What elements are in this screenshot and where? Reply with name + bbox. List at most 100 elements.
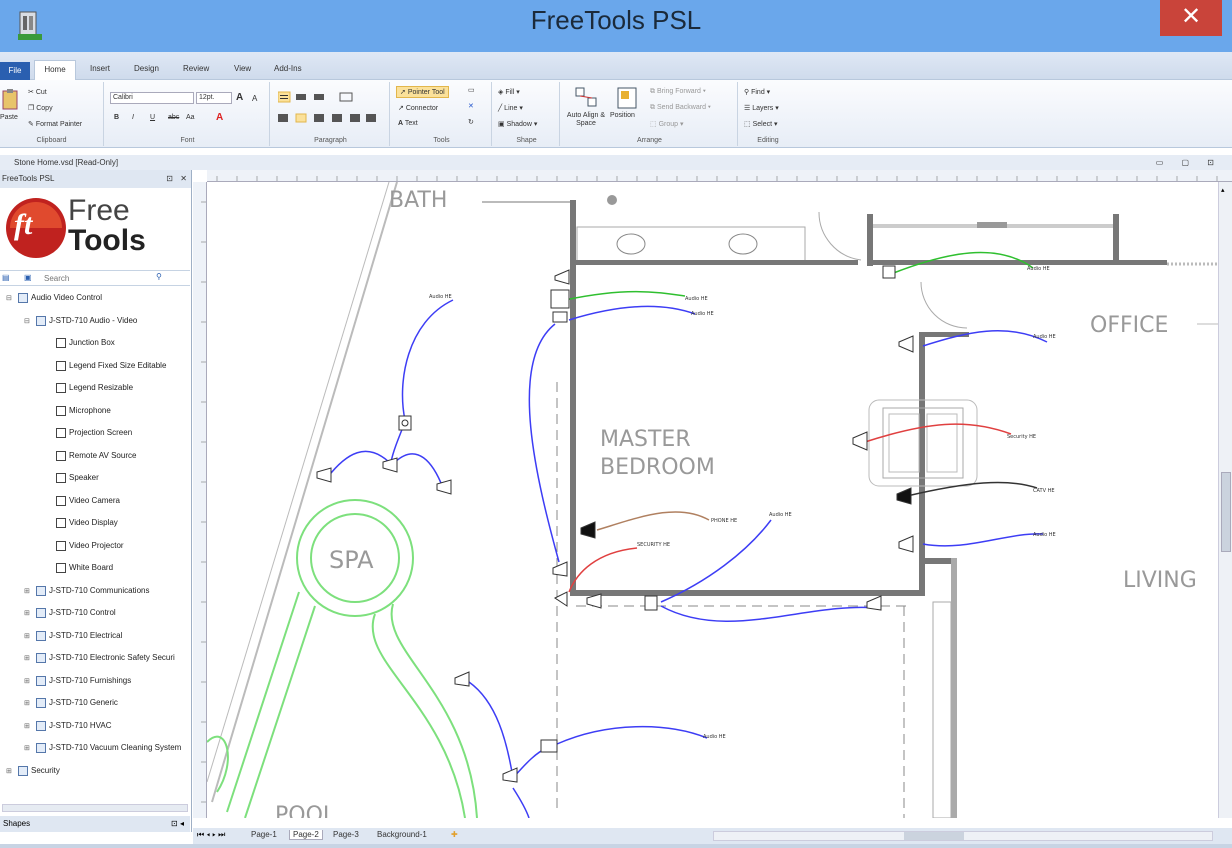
grow-font-button[interactable]: A — [236, 92, 243, 103]
video-camera-device[interactable] — [540, 739, 558, 753]
bold-button[interactable]: B — [114, 114, 119, 121]
footer-controls-icon[interactable]: ⊡ ◂ — [171, 816, 184, 832]
tree-node-vacuum[interactable]: J-STD-710 Vacuum Cleaning System — [36, 742, 181, 754]
speaker-device[interactable] — [852, 431, 868, 451]
insert-page-icon[interactable]: ✚ — [451, 830, 458, 839]
tree-node-electrical[interactable]: J-STD-710 Electrical — [36, 630, 122, 642]
document-window-controls[interactable]: ▭ ▢ ⊡ — [1156, 155, 1222, 170]
expand-icon[interactable]: ⊞ — [24, 609, 30, 617]
shape-speaker[interactable]: Speaker — [56, 472, 99, 484]
page-tab-3[interactable]: Page-3 — [333, 830, 359, 839]
floor-plan[interactable]: BATH OFFICE MASTER BEDROOM LIVING SPA PO… — [207, 182, 1218, 818]
expand-icon[interactable]: ⊞ — [24, 677, 30, 685]
text-tool-button[interactable]: A Text — [398, 120, 418, 127]
expand-icon[interactable]: ⊞ — [24, 632, 30, 640]
collapse-icon[interactable]: ⊟ — [6, 294, 12, 302]
expand-icon[interactable]: ⊞ — [24, 699, 30, 707]
auto-align-button[interactable]: Auto Align & Space — [564, 112, 608, 128]
speaker-device[interactable] — [382, 457, 398, 473]
stencil-icon[interactable]: ▤ — [2, 273, 10, 282]
layers-button[interactable]: ☰ Layers ▾ — [744, 104, 779, 112]
speaker-device[interactable] — [586, 593, 602, 609]
tree-node-control[interactable]: J-STD-710 Control — [36, 607, 116, 619]
paste-button[interactable]: Paste — [0, 114, 18, 121]
speaker-device[interactable] — [866, 595, 882, 611]
font-size-select[interactable]: 12pt. — [196, 92, 232, 104]
speaker-device[interactable] — [554, 269, 570, 285]
speaker-device[interactable] — [436, 479, 452, 495]
tree-node-generic[interactable]: J-STD-710 Generic — [36, 697, 118, 709]
page-tab-1[interactable]: Page-1 — [251, 830, 277, 839]
junction-box-device[interactable] — [644, 595, 658, 611]
speaker-device[interactable] — [502, 767, 518, 783]
search-icon[interactable]: ⚲ — [156, 272, 162, 281]
hscroll-thumb[interactable] — [904, 832, 964, 840]
page-tab-2[interactable]: Page-2 — [289, 830, 323, 840]
group-button[interactable]: ⬚ Group ▾ — [650, 120, 684, 128]
close-shape-icon[interactable]: ✕ — [468, 102, 474, 110]
tab-view[interactable]: View — [234, 64, 251, 73]
speaker-device[interactable] — [898, 535, 914, 553]
close-button[interactable]: ✕ — [1160, 0, 1222, 36]
shape-video-display[interactable]: Video Display — [56, 517, 118, 529]
page-tab-background[interactable]: Background-1 — [377, 830, 427, 839]
scroll-thumb[interactable] — [1221, 472, 1231, 552]
cut-button[interactable]: ✂ Cut — [28, 88, 47, 96]
position-button[interactable]: Position — [610, 112, 635, 119]
shape-white-board[interactable]: White Board — [56, 562, 113, 574]
speaker-device[interactable] — [316, 467, 332, 483]
device[interactable] — [882, 265, 896, 279]
tab-add-ins[interactable]: Add-Ins — [274, 64, 302, 73]
pointer-tool-button[interactable]: ➚ Pointer Tool — [396, 86, 449, 98]
search-input[interactable] — [44, 272, 154, 285]
fill-button[interactable]: ◈ Fill ▾ — [498, 88, 520, 96]
line-button[interactable]: ╱ Line ▾ — [498, 104, 523, 112]
connector-button[interactable]: ↗ Connector — [398, 104, 438, 112]
floor-plan-canvas[interactable]: BATH OFFICE MASTER BEDROOM LIVING SPA PO… — [207, 182, 1218, 818]
speaker-device[interactable] — [552, 561, 568, 577]
tab-insert[interactable]: Insert — [90, 64, 110, 73]
format-painter-button[interactable]: ✎ Format Painter — [28, 120, 82, 128]
tree-node-furnishings[interactable]: J-STD-710 Furnishings — [36, 675, 131, 687]
shape-video-projector[interactable]: Video Projector — [56, 540, 124, 552]
bring-forward-button[interactable]: ⧉ Bring Forward ▾ — [650, 88, 706, 96]
shape-video-camera[interactable]: Video Camera — [56, 495, 120, 507]
device[interactable] — [552, 311, 568, 323]
page-navigation-icons[interactable]: ⏮ ◂ ▸ ⏭ — [197, 830, 225, 840]
collapse-icon[interactable]: ⊟ — [24, 317, 30, 325]
rectangle-icon[interactable]: ▭ — [468, 86, 475, 94]
speaker-device[interactable] — [898, 335, 914, 353]
shrink-font-button[interactable]: A — [252, 94, 257, 103]
copy-button[interactable]: ❐ Copy — [28, 104, 53, 112]
change-case-button[interactable]: Aa — [186, 114, 195, 121]
shadow-button[interactable]: ▣ Shadow ▾ — [498, 120, 537, 128]
vertical-scrollbar[interactable]: ▴ — [1218, 182, 1232, 818]
junction-box-device[interactable] — [401, 419, 409, 427]
paragraph-align-icons[interactable] — [278, 90, 382, 130]
tab-review[interactable]: Review — [183, 64, 209, 73]
rotate-icon[interactable]: ↻ — [468, 118, 474, 126]
expand-icon[interactable]: ⊞ — [6, 767, 12, 775]
font-color-button[interactable]: A — [216, 112, 223, 123]
legend-device[interactable] — [550, 289, 570, 309]
find-button[interactable]: ⚲ Find ▾ — [744, 88, 770, 96]
pin-icon[interactable]: ⊡ — [166, 170, 173, 188]
strikethrough-button[interactable]: abc — [168, 114, 179, 121]
expand-icon[interactable]: ⊞ — [24, 587, 30, 595]
tree-node-hvac[interactable]: J-STD-710 HVAC — [36, 720, 112, 732]
expand-icon[interactable]: ⊞ — [24, 744, 30, 752]
speaker-device[interactable] — [580, 521, 596, 539]
speaker-device[interactable] — [454, 671, 470, 687]
horizontal-scrollbar[interactable] — [713, 831, 1213, 841]
font-family-select[interactable]: Calibri — [110, 92, 194, 104]
tree-node-communications[interactable]: J-STD-710 Communications — [36, 585, 149, 597]
shape-microphone[interactable]: Microphone — [56, 405, 111, 417]
send-backward-button[interactable]: ⧉ Send Backward ▾ — [650, 104, 711, 112]
tree-node-electronic-safety[interactable]: J-STD-710 Electronic Safety Securi — [36, 652, 175, 664]
sidebar-hscroll[interactable] — [2, 804, 188, 812]
shape-projection-screen[interactable]: Projection Screen — [56, 427, 132, 439]
more-shapes-icon[interactable]: ▣ — [24, 273, 32, 282]
select-button[interactable]: ⬚ Select ▾ — [744, 120, 778, 128]
tab-file[interactable]: File — [0, 62, 30, 80]
tree-node-audio-video[interactable]: J-STD-710 Audio - Video — [36, 315, 137, 327]
